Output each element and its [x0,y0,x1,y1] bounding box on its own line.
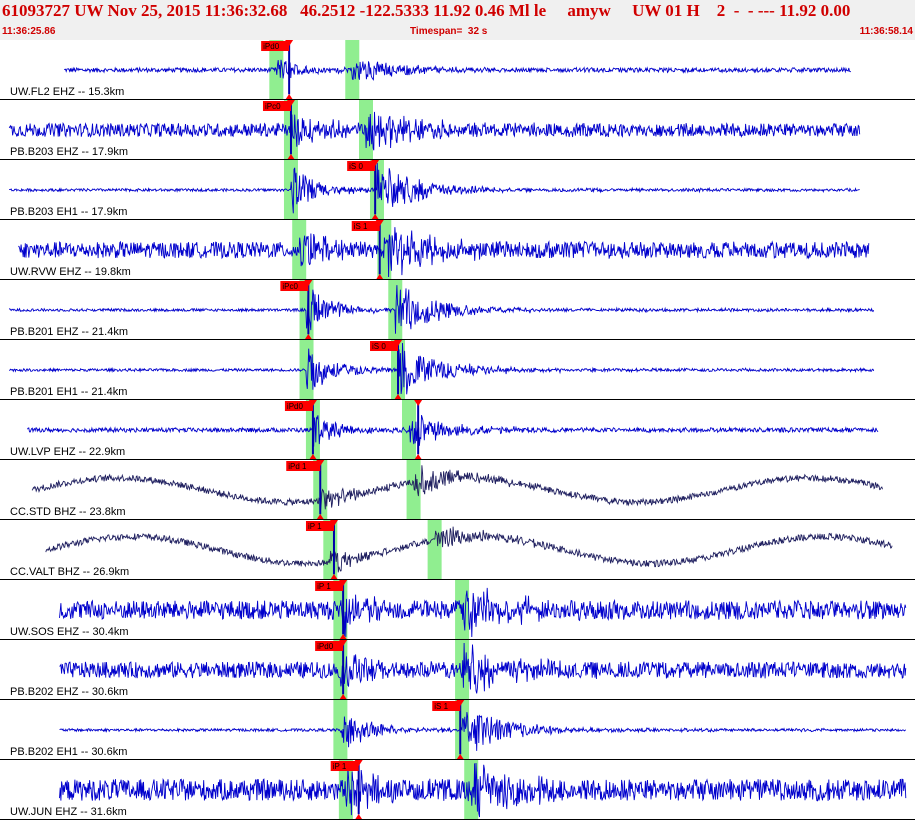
waveform-trace [8,111,861,151]
station-label: PB.B201 EHZ -- 21.4km [10,326,128,338]
station-label: CC.STD BHZ -- 23.8km [10,506,126,518]
waveform-trace [8,285,875,334]
pick-label: iS 1 [434,702,448,711]
pick-label: iP 1 [317,582,331,591]
station-label: UW.SOS EHZ -- 30.4km [10,626,129,638]
channel-row[interactable]: iPd 1 CC.STD BHZ -- 23.8km [0,460,915,520]
pick-label: iPd0 [287,402,304,411]
waveform-trace [59,712,907,751]
s-window [427,520,442,580]
pick-label: iPc0 [265,102,281,111]
end-time-label: 11:36:58.14 [859,26,913,37]
pick-label: iPd 1 [288,462,307,471]
pick-label: iPd0 [263,42,280,51]
waveform-trace [27,414,879,447]
waveform-trace [59,642,907,694]
station-label: PB.B203 EHZ -- 17.9km [10,146,128,158]
pick-label: iPd0 [317,642,334,651]
waveform-trace [9,162,860,214]
start-time-label: 11:36:25.86 [2,26,56,37]
station-label: UW.FL2 EHZ -- 15.3km [10,86,124,98]
channel-row[interactable]: iPc0 PB.B203 EHZ -- 17.9km [0,100,915,160]
channel-row[interactable]: iS 1 UW.RVW EHZ -- 19.8km [0,220,915,280]
waveform-trace [59,762,907,818]
channel-row[interactable]: iS 0 PB.B203 EH1 -- 17.9km [0,160,915,220]
waveform-trace [64,59,852,81]
s-window [345,40,360,100]
station-label: PB.B202 EHZ -- 30.6km [10,686,128,698]
channel-row[interactable]: iPd0 PB.B202 EHZ -- 30.6km [0,640,915,700]
channel-row[interactable]: iPd0 UW.LVP EHZ -- 22.9km [0,400,915,460]
pick-label: iPc0 [282,282,298,291]
station-label: PB.B203 EH1 -- 17.9km [10,206,127,218]
seismogram-panel[interactable]: iPd0 UW.FL2 EHZ -- 15.3km iPc0 PB.B203 EHZ … [0,40,915,820]
waveform-trace [18,227,870,278]
station-label: PB.B202 EH1 -- 30.6km [10,746,127,758]
event-summary-title: 61093727 UW Nov 25, 2015 11:36:32.68 46.… [2,1,851,20]
event-header: 61093727 UW Nov 25, 2015 11:36:32.68 46.… [0,0,915,40]
station-label: UW.JUN EHZ -- 31.6km [10,806,127,818]
channel-row[interactable]: iPd0 UW.FL2 EHZ -- 15.3km [0,40,915,100]
pick-label: iS 0 [349,162,363,171]
station-label: UW.RVW EHZ -- 19.8km [10,266,131,278]
channel-row[interactable]: iPc0 PB.B201 EHZ -- 21.4km [0,280,915,340]
pick-label: iS 0 [372,342,386,351]
channel-row[interactable]: iP 1 UW.SOS EHZ -- 30.4km [0,580,915,640]
pick-label: iP 1 [308,522,322,531]
channel-row[interactable]: iP 1 UW.JUN EHZ -- 31.6km [0,760,915,820]
timespan-label: Timespan= 32 s [410,26,488,37]
station-label: UW.LVP EHZ -- 22.9km [10,446,125,458]
waveform-trace [9,342,875,395]
waveform-trace [45,526,893,573]
waveform-trace [31,465,883,513]
station-label: CC.VALT BHZ -- 26.9km [10,566,129,578]
waveform-trace [59,587,907,638]
station-label: PB.B201 EH1 -- 21.4km [10,386,127,398]
channel-row[interactable]: iS 1 PB.B202 EH1 -- 30.6km [0,700,915,760]
channel-row[interactable]: iP 1 CC.VALT BHZ -- 26.9km [0,520,915,580]
pick-label: iP 1 [333,762,347,771]
channel-row[interactable]: iS 0 PB.B201 EH1 -- 21.4km [0,340,915,400]
p-window [283,160,298,220]
pick-label: iS 1 [354,222,368,231]
